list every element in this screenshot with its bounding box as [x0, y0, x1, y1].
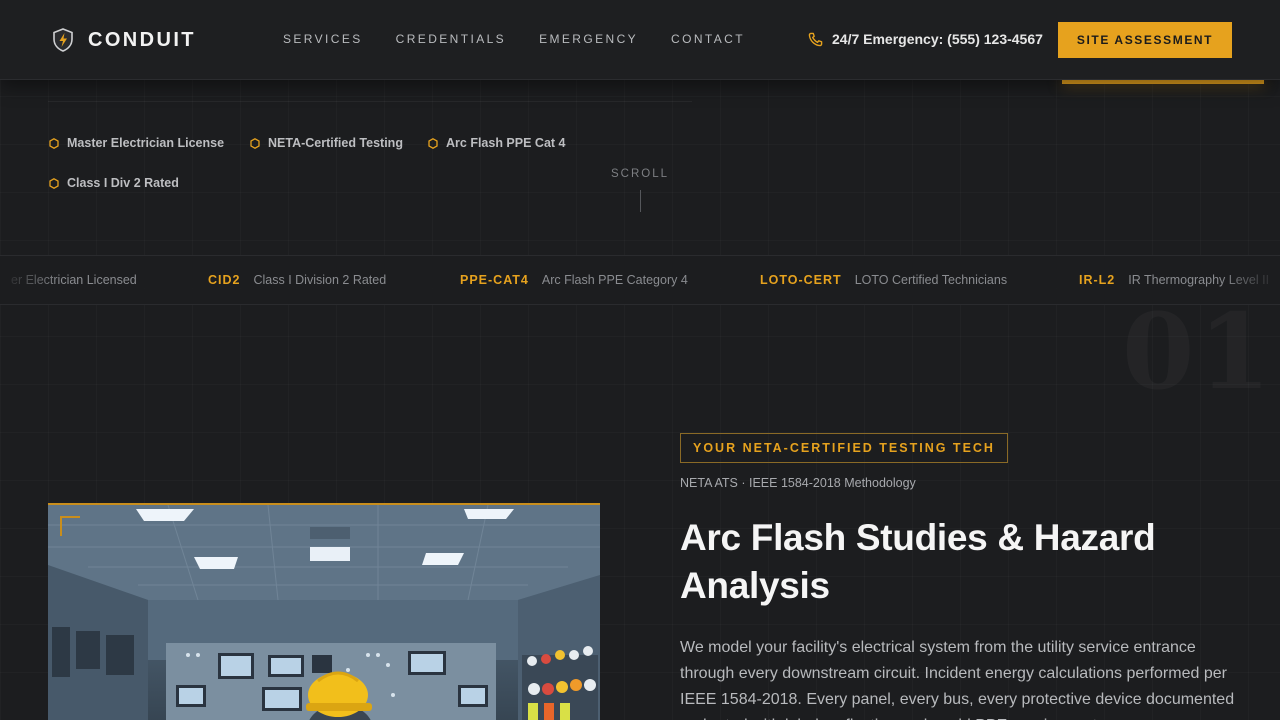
ticker-item: LOTO-CERT LOTO Certified Technicians — [760, 273, 1007, 287]
nav-link-emergency[interactable]: EMERGENCY — [539, 32, 638, 46]
phone-icon — [808, 32, 823, 46]
ticker-fade — [1220, 256, 1280, 304]
control-room-photo — [48, 503, 600, 720]
corner-bracket — [60, 516, 80, 536]
nav-link-services[interactable]: SERVICES — [283, 32, 363, 46]
brand-logo[interactable]: CONDUIT — [52, 28, 196, 52]
ticker-desc: Class I Division 2 Rated — [253, 273, 387, 287]
credential-badge: Master Electrician License — [49, 136, 224, 150]
credential-label: Master Electrician License — [67, 136, 225, 150]
scroll-indicator[interactable]: SCROLL — [610, 168, 670, 212]
credential-badge: NETA-Certified Testing — [250, 136, 403, 150]
emergency-phone-text: 24/7 Emergency: (555) 123-4567 — [832, 31, 1043, 47]
section-title: Arc Flash Studies & Hazard Analysis — [680, 517, 1156, 606]
credential-badge: Arc Flash PPE Cat 4 — [428, 136, 566, 150]
credential-label: Class I Div 2 Rated — [67, 176, 179, 190]
divider — [48, 101, 692, 102]
ticker-desc: Arc Flash PPE Category 4 — [541, 273, 688, 287]
emergency-phone-link[interactable]: 24/7 Emergency: (555) 123-4567 — [808, 31, 1043, 47]
ticker-code: CID2 — [208, 273, 241, 287]
site-header: CONDUIT SERVICES CREDENTIALS EMERGENCY C… — [0, 0, 1280, 80]
shield-bolt-icon — [53, 28, 73, 52]
credential-badge: Class I Div 2 Rated — [49, 176, 179, 190]
ticker-code: IR-L2 — [1079, 273, 1116, 287]
hexagon-icon — [250, 137, 260, 149]
section-number: 01 — [1122, 290, 1275, 413]
page: CONDUIT SERVICES CREDENTIALS EMERGENCY C… — [0, 0, 1280, 720]
credential-label: NETA-Certified Testing — [268, 136, 403, 150]
ticker-item: PPE-CAT4 Arc Flash PPE Category 4 — [460, 273, 688, 287]
ticker-item: CID2 Class I Division 2 Rated — [208, 273, 386, 287]
hexagon-icon — [428, 137, 438, 149]
ticker-code: LOTO-CERT — [760, 273, 842, 287]
hexagon-icon — [49, 177, 59, 189]
ticker-fade — [0, 256, 60, 304]
control-room-illustration — [48, 505, 600, 720]
methodology-text: NETA ATS · IEEE 1584-2018 Methodology — [680, 476, 916, 490]
section-description: We model your facility's electrical syst… — [680, 639, 1235, 720]
credential-label: Arc Flash PPE Cat 4 — [446, 136, 566, 150]
scroll-label: SCROLL — [610, 168, 670, 180]
nav-link-contact[interactable]: CONTACT — [671, 32, 745, 46]
nav-link-credentials[interactable]: CREDENTIALS — [396, 32, 506, 46]
ticker-desc: LOTO Certified Technicians — [854, 273, 1008, 287]
hexagon-icon — [49, 137, 59, 149]
section-eyebrow-badge: YOUR NETA-CERTIFIED TESTING TECH — [680, 433, 1008, 463]
ticker-code: PPE-CAT4 — [460, 273, 529, 287]
main-nav: SERVICES CREDENTIALS EMERGENCY CONTACT — [283, 32, 745, 46]
credentials-ticker: er Electrician Licensed CID2 Class I Div… — [0, 255, 1280, 305]
site-assessment-button[interactable]: SITE ASSESSMENT — [1058, 22, 1232, 58]
brand-name: CONDUIT — [88, 28, 196, 51]
scroll-line — [639, 190, 641, 212]
